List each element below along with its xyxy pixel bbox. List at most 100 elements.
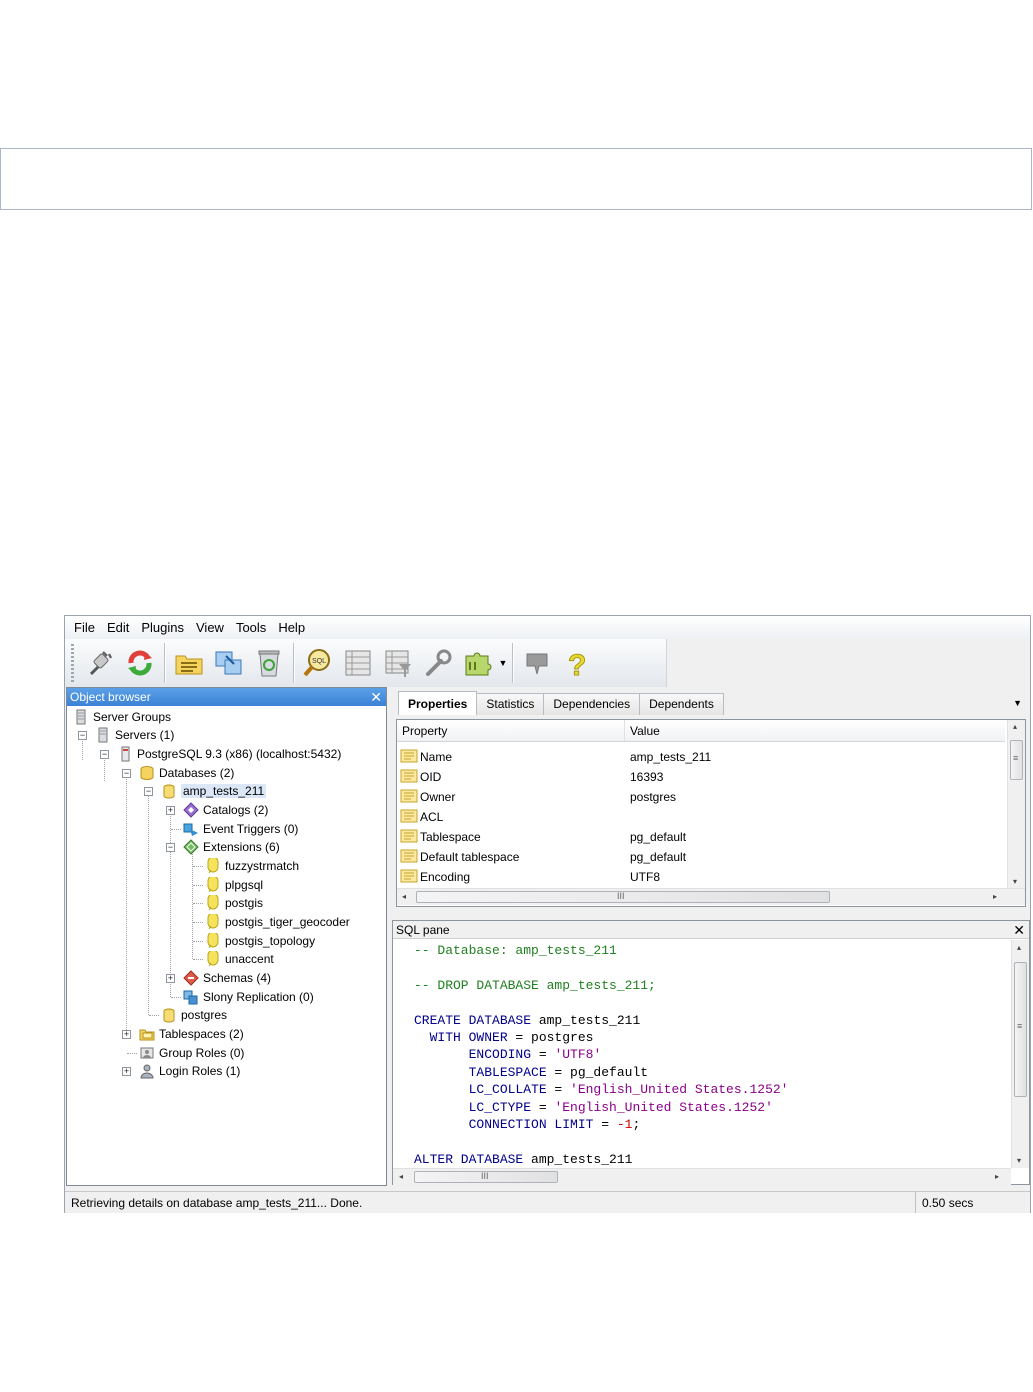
tree-node-unaccent[interactable]: unaccent [205, 950, 274, 968]
tree-node-postgis-tiger-geocoder[interactable]: postgis_tiger_geocoder [205, 913, 350, 931]
scroll-thumb[interactable]: ≡ [1014, 962, 1027, 1097]
tree-node-postgis-topology[interactable]: postgis_topology [205, 932, 315, 950]
toolbar-grip[interactable] [71, 644, 74, 682]
tree-expand-button[interactable]: + [166, 974, 175, 983]
tab-dependencies[interactable]: Dependencies [543, 693, 641, 715]
property-name-cell: Encoding [397, 869, 625, 886]
property-row[interactable]: Encoding UTF8 [397, 867, 1005, 887]
svg-text:?: ? [568, 649, 586, 680]
tree-node-postgres[interactable]: postgres [161, 1006, 227, 1024]
tree-node-slony-replication-0[interactable]: Slony Replication (0) [183, 988, 314, 1006]
tree-collapse-button[interactable]: − [166, 843, 175, 852]
tree-collapse-button[interactable]: − [122, 769, 131, 778]
sql-token: WITH OWNER [414, 1030, 508, 1045]
tab-statistics[interactable]: Statistics [476, 693, 545, 715]
tree-collapse-button[interactable]: − [78, 731, 87, 740]
properties-horizontal-scrollbar[interactable]: ◂ III ▸ [397, 888, 1025, 905]
event-triggers-icon [183, 821, 199, 837]
tab-dependents[interactable]: Dependents [639, 693, 724, 715]
property-row[interactable]: Default tablespace pg_default [397, 847, 1005, 867]
maintenance-wrench-icon[interactable] [418, 642, 458, 684]
help-icon[interactable]: ? [557, 642, 597, 684]
tab-menu-arrow[interactable]: ▼ [1013, 698, 1022, 708]
scroll-up-arrow[interactable]: ▴ [1017, 943, 1021, 952]
scroll-down-arrow[interactable]: ▾ [1017, 1156, 1021, 1165]
scroll-left-arrow[interactable]: ◂ [399, 1172, 403, 1181]
connect-plug-icon[interactable] [80, 642, 120, 684]
tree-collapse-button[interactable]: − [144, 787, 153, 796]
scroll-right-arrow[interactable]: ▸ [995, 1172, 999, 1181]
property-row[interactable]: OID 16393 [397, 767, 1005, 787]
scroll-thumb[interactable]: III [416, 891, 830, 903]
tree-node-servers-1[interactable]: Servers (1) [95, 726, 174, 744]
scroll-up-arrow[interactable]: ▴ [1013, 722, 1017, 731]
extension-icon [205, 858, 221, 874]
refresh-icon[interactable] [120, 642, 160, 684]
tree-node-postgresql-9-3-x86-localhost-5432[interactable]: PostgreSQL 9.3 (x86) (localhost:5432) [117, 745, 341, 763]
properties-folder-icon[interactable] [169, 642, 209, 684]
drop-recycle-icon[interactable] [249, 642, 289, 684]
tab-properties[interactable]: Properties [398, 691, 478, 715]
tree-connector-line [193, 941, 203, 942]
menu-tools[interactable]: Tools [231, 620, 271, 635]
view-filtered-data-icon[interactable] [378, 642, 418, 684]
scroll-right-arrow[interactable]: ▸ [993, 892, 997, 901]
tree-expand-button[interactable]: + [166, 806, 175, 815]
tree-expand-button[interactable]: + [122, 1067, 131, 1076]
property-row[interactable]: ACL [397, 807, 1005, 827]
properties-vertical-scrollbar[interactable]: ▴ ≡ ▾ [1007, 720, 1025, 888]
object-browser-title-text: Object browser [70, 690, 151, 704]
tree-node-label: Catalogs (2) [203, 803, 269, 817]
menu-edit[interactable]: Edit [102, 620, 134, 635]
tree-node-group-roles-0[interactable]: Group Roles (0) [139, 1044, 244, 1062]
tree-node-amp-tests-211[interactable]: amp_tests_211 [161, 782, 267, 800]
sql-token: CREATE DATABASE [414, 1012, 532, 1028]
tree-node-fuzzystrmatch[interactable]: fuzzystrmatch [205, 857, 299, 875]
tree-node-login-roles-1[interactable]: Login Roles (1) [139, 1062, 240, 1080]
property-name: Owner [420, 790, 456, 804]
scroll-thumb[interactable]: ≡ [1010, 740, 1023, 780]
tree-node-postgis[interactable]: postgis [205, 894, 263, 912]
plugins-dropdown-arrow[interactable]: ▼ [498, 642, 508, 684]
menu-plugins[interactable]: Plugins [136, 620, 189, 635]
scroll-down-arrow[interactable]: ▾ [1013, 877, 1017, 886]
sql-pane-close-button[interactable]: ✕ [1013, 921, 1025, 939]
object-browser-close-button[interactable]: ✕ [370, 688, 382, 706]
scroll-thumb[interactable]: III [414, 1171, 558, 1183]
sql-horizontal-scrollbar[interactable]: ◂ III ▸ [393, 1168, 1011, 1185]
tree-expand-button[interactable]: + [122, 1030, 131, 1039]
property-value: amp_tests_211 [630, 750, 712, 764]
column-header-property[interactable]: Property [397, 720, 625, 741]
tree-node-databases-2[interactable]: Databases (2) [139, 764, 234, 782]
scroll-left-arrow[interactable]: ◂ [402, 892, 406, 901]
tree-connector-line [193, 922, 203, 923]
create-object-icon[interactable] [209, 642, 249, 684]
view-data-icon[interactable] [338, 642, 378, 684]
sql-token: 'UTF8' [554, 1047, 602, 1063]
scroll-grip: III [617, 891, 625, 901]
tree-connector-line [193, 866, 203, 867]
tree-node-schemas-4[interactable]: Schemas (4) [183, 969, 271, 987]
property-row[interactable]: Name amp_tests_211 [397, 747, 1005, 767]
tree-node-label: amp_tests_211 [181, 784, 267, 798]
sql-code-editor[interactable]: -- Database: amp_tests_211 -- DROP DATABA… [393, 940, 1011, 1168]
tree-node-server-groups[interactable]: Server Groups [73, 708, 171, 726]
menu-file[interactable]: File [69, 620, 100, 635]
guru-hint-icon[interactable] [517, 642, 557, 684]
tree-collapse-button[interactable]: − [100, 750, 109, 759]
property-row[interactable]: Owner postgres [397, 787, 1005, 807]
sql-vertical-scrollbar[interactable]: ▴ ≡ ▾ [1011, 940, 1029, 1168]
plugins-puzzle-icon[interactable] [458, 642, 498, 684]
column-header-value[interactable]: Value [625, 720, 1005, 741]
menu-help[interactable]: Help [273, 620, 310, 635]
sql-token: ALTER DATABASE [414, 1151, 524, 1167]
menu-view[interactable]: View [191, 620, 229, 635]
tree-node-catalogs-2[interactable]: Catalogs (2) [183, 801, 268, 819]
property-row[interactable]: Tablespace pg_default [397, 827, 1005, 847]
tree-node-label: plpgsql [225, 878, 264, 892]
tree-node-extensions-6[interactable]: Extensions (6) [183, 838, 280, 856]
sql-query-icon[interactable]: SQL [298, 642, 338, 684]
tree-node-plpgsql[interactable]: plpgsql [205, 876, 263, 894]
tree-node-tablespaces-2[interactable]: Tablespaces (2) [139, 1025, 244, 1043]
tree-node-event-triggers-0[interactable]: Event Triggers (0) [183, 820, 298, 838]
